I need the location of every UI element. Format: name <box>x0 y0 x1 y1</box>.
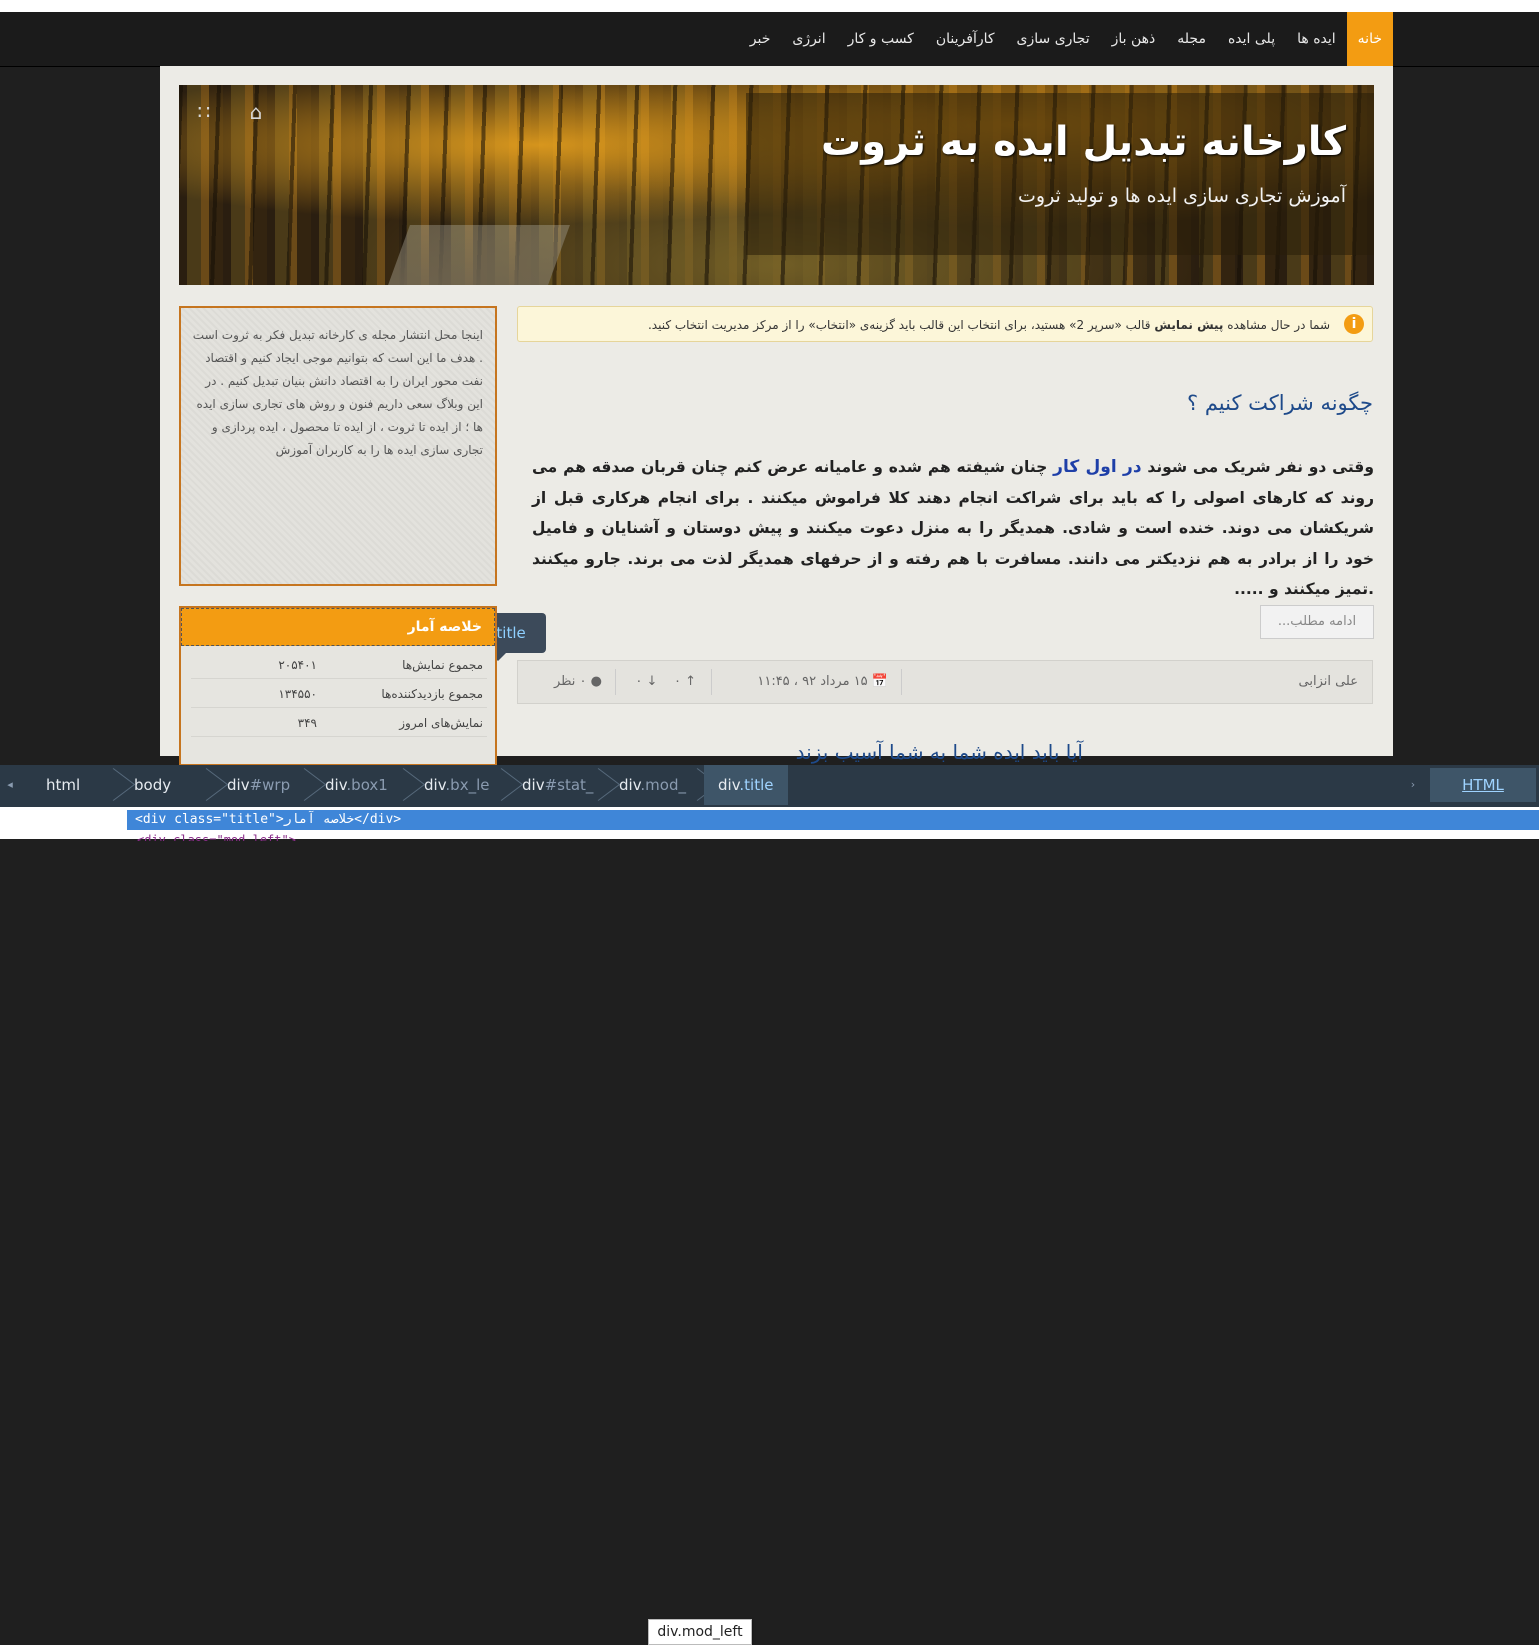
nav-item[interactable]: خبر <box>739 12 782 66</box>
html-panel-tab[interactable]: HTML <box>1430 768 1536 802</box>
next-post-title[interactable]: آیا باید ایده شما به شما آسیب بزند <box>796 740 1083 764</box>
nav-item[interactable]: پلی ایده <box>1217 12 1286 66</box>
post-body-rest: چنان شیفته هم شده و عامیانه عرض کنم چنان… <box>532 458 1374 598</box>
browser-top-strip <box>0 0 1539 12</box>
stat-label: مجموع نمایش‌ها <box>402 658 483 672</box>
stat-value: ۲۰۵۴۰۱ <box>278 658 317 672</box>
site-subtitle: آموزش تجاری سازی ایده ها و تولید ثروت <box>1018 185 1346 207</box>
crumb-tag: html <box>46 776 81 794</box>
crumb-separator <box>585 765 599 805</box>
calendar-icon: 📅 <box>871 674 888 689</box>
site-title[interactable]: کارخانه تبدیل ایده به ثروت <box>821 119 1346 165</box>
sidebar-about-text: اینجا محل انتشار مجله ی کارخانه تبدیل فک… <box>192 328 483 457</box>
vote-up-icon[interactable]: ↑ <box>685 674 696 689</box>
vote-down-count: ۰ <box>635 674 643 689</box>
stats-title: خلاصه آمار <box>181 608 495 646</box>
crumb-tag: div <box>227 776 250 794</box>
crumb-tag: div <box>424 776 446 794</box>
scroll-right-icon[interactable]: › <box>1400 765 1426 805</box>
nav-item[interactable]: ایده ها <box>1286 12 1347 66</box>
home-icon[interactable]: ⌂ <box>243 99 269 125</box>
preview-notice: i شما در حال مشاهده پیش نمایش قالب «سرپر… <box>517 306 1373 342</box>
crumb-separator <box>488 765 502 805</box>
post-votes: ↑ ۰ ↓ ۰ <box>635 661 696 703</box>
header-banner: ∷ ⌂ کارخانه تبدیل ایده به ثروت آموزش تجا… <box>179 85 1374 285</box>
devtools-crumb[interactable]: div#wrp <box>227 765 290 805</box>
page-container: ∷ ⌂ کارخانه تبدیل ایده به ثروت آموزش تجا… <box>160 66 1393 766</box>
crumb-separator <box>100 765 114 805</box>
nav-item[interactable]: کسب و کار <box>837 12 925 66</box>
meta-divider <box>901 669 902 695</box>
post-body-start: وقتی دو نفر شریک می شوند <box>1147 458 1374 476</box>
stat-row: نمایش‌های امروز ۳۴۹ <box>191 710 487 737</box>
devtools-crumb[interactable]: body <box>134 765 171 805</box>
post-meta-bar: علی انزابی 📅 ۱۵ مرداد ۹۲ ، ۱۱:۴۵ ↑ ۰ ↓ ۰… <box>517 660 1373 704</box>
header-road-image <box>388 225 570 285</box>
crumb-separator <box>684 765 698 805</box>
crumb-separator <box>193 765 207 805</box>
post-comments[interactable]: ● ۰ نظر <box>554 661 602 703</box>
vote-up-count: ۰ <box>673 674 681 689</box>
info-icon: i <box>1344 314 1364 334</box>
stat-label: نمایش‌های امروز <box>399 716 483 730</box>
stat-value: ۱۳۴۵۵۰ <box>278 687 317 701</box>
header-title-box: کارخانه تبدیل ایده به ثروت آموزش تجاری س… <box>746 93 1374 255</box>
comment-count: ۰ نظر <box>553 674 587 689</box>
crumb-tag: div <box>718 776 740 794</box>
crumb-tag: div <box>325 776 347 794</box>
devtools-breadcrumb-bar: ◂ html body div#wrp div.box1 div.bx_le div#st… <box>0 765 1539 807</box>
meta-divider <box>711 669 712 695</box>
post-title[interactable]: چگونه شراکت کنیم ؟ <box>1187 391 1373 415</box>
nav-item[interactable]: خانه <box>1346 12 1393 66</box>
rss-icon[interactable]: ∷ <box>191 99 217 125</box>
nav-item[interactable]: تجاری سازی <box>1006 12 1101 66</box>
hover-tooltip: div.mod_left <box>648 1619 752 1645</box>
post-author[interactable]: علی انزابی <box>1299 661 1359 703</box>
nav-item[interactable]: مجله <box>1166 12 1217 66</box>
stat-row: مجموع بازدیدکننده‌ها ۱۳۴۵۵۰ <box>191 681 487 708</box>
crumb-tag: div <box>619 776 641 794</box>
code-line[interactable]: <div class="mod_left"> <box>127 831 537 841</box>
nav-item[interactable]: کارآفرینان <box>925 12 1006 66</box>
stat-row: مجموع نمایش‌ها ۲۰۵۴۰۱ <box>191 652 487 679</box>
crumb-separator <box>291 765 305 805</box>
sidebar-stats-box: خلاصه آمار مجموع نمایش‌ها ۲۰۵۴۰۱ مجموع باز… <box>179 606 497 766</box>
post-body: وقتی دو نفر شریک می شوند در اول کار چنان… <box>532 452 1374 605</box>
post-date: 📅 ۱۵ مرداد ۹۲ ، ۱۱:۴۵ <box>757 661 888 703</box>
main-nav: خانه ایده ها پلی ایده مجله ذهن باز تجاری سازی… <box>0 12 1539 67</box>
meta-divider <box>615 669 616 695</box>
comment-icon: ● <box>590 674 602 689</box>
crumb-tag: body <box>134 776 172 794</box>
notice-text-bold: پیش نمایش <box>1154 318 1224 332</box>
crumb-separator <box>390 765 404 805</box>
notice-text-after: قالب «سرپر 2» هستید، برای انتخاب این قال… <box>647 318 1151 332</box>
crumb-class: .title <box>739 776 774 794</box>
devtools-crumb[interactable]: html <box>46 765 80 805</box>
notice-text-before: شما در حال مشاهده <box>1227 318 1330 332</box>
nav-item[interactable]: ذهن باز <box>1101 12 1167 66</box>
stat-value: ۳۴۹ <box>297 716 317 730</box>
nav-item[interactable]: انرژی <box>781 12 836 66</box>
read-more-button[interactable]: ادامه مطلب... <box>1260 605 1374 639</box>
vote-down-icon[interactable]: ↓ <box>647 674 658 689</box>
post-inline-link[interactable]: در اول کار <box>1053 457 1141 477</box>
devtools-crumb[interactable]: div.box1 <box>325 765 388 805</box>
stat-label: مجموع بازدیدکننده‌ها <box>381 687 483 701</box>
sidebar-about-box: اینجا محل انتشار مجله ی کارخانه تبدیل فک… <box>179 306 497 586</box>
nav-items: خانه ایده ها پلی ایده مجله ذهن باز تجاری سازی… <box>160 12 1393 66</box>
devtools-html-panel: <div class="title">خلاصه آمار</div> <div… <box>0 807 1539 1645</box>
crumb-tag: div <box>522 776 545 794</box>
post-date-text: ۱۵ مرداد ۹۲ ، ۱۱:۴۵ <box>757 674 868 689</box>
scroll-left-icon[interactable]: ◂ <box>0 765 20 805</box>
devtools-crumb[interactable]: div.title <box>704 765 788 805</box>
selected-code-line[interactable]: <div class="title">خلاصه آمار</div> <box>127 810 1539 830</box>
